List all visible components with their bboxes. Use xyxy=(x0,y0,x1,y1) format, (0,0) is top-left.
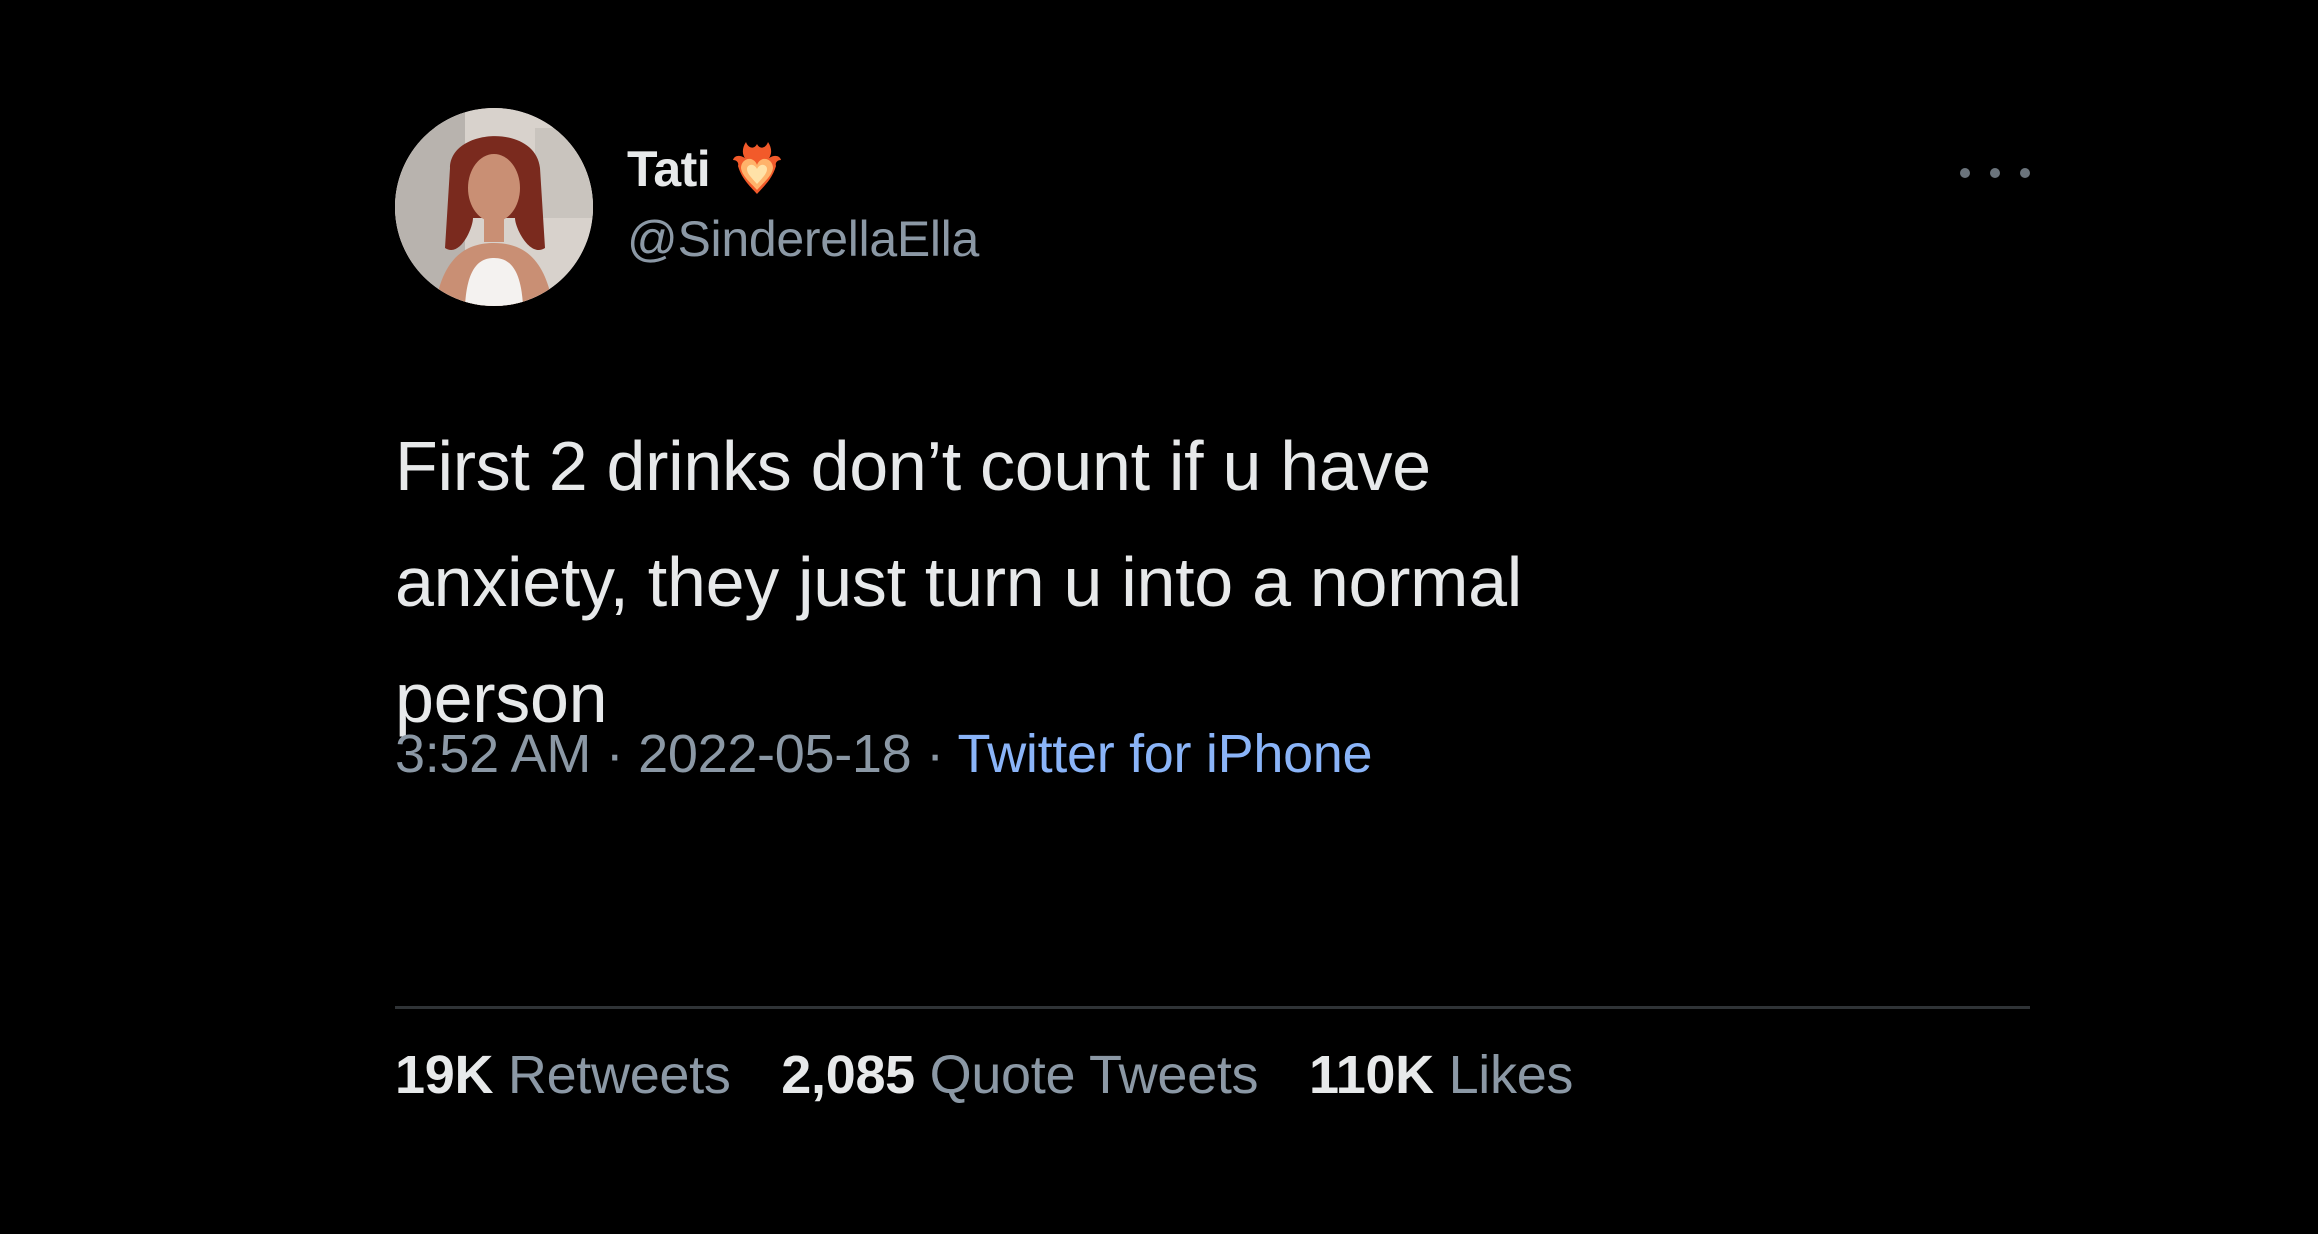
avatar-image xyxy=(395,108,593,306)
meta-separator: · xyxy=(605,724,624,784)
more-dot xyxy=(1990,168,2000,178)
more-options-icon[interactable] xyxy=(1960,158,2030,188)
quote-tweets-label: Quote Tweets xyxy=(929,1045,1259,1105)
likes-label: Likes xyxy=(1448,1045,1574,1105)
retweets-count: 19K xyxy=(395,1045,494,1105)
quote-tweets-stat[interactable]: 2,085 Quote Tweets xyxy=(781,1045,1258,1105)
likes-stat[interactable]: 110K Likes xyxy=(1309,1045,1573,1105)
flaming-heart-icon xyxy=(733,142,782,194)
quote-tweets-count: 2,085 xyxy=(781,1045,915,1105)
display-name-row: Tati xyxy=(627,138,979,200)
tweet-text: First 2 drinks don’t count if u have anx… xyxy=(395,408,1935,756)
tweet-text-line: First 2 drinks don’t count if u have xyxy=(395,427,1431,505)
divider xyxy=(395,1006,2030,1009)
tweet-time[interactable]: 3:52 AM xyxy=(395,724,591,784)
retweets-stat[interactable]: 19K Retweets xyxy=(395,1045,731,1105)
avatar[interactable] xyxy=(395,108,593,306)
tweet-source-link[interactable]: Twitter for iPhone xyxy=(957,724,1372,784)
tweet-text-line: anxiety, they just turn u into a normal xyxy=(395,543,1523,621)
tweet-meta: 3:52 AM · 2022-05-18 · Twitter for iPhon… xyxy=(395,723,1373,785)
user-names: Tati @SinderellaElla xyxy=(627,138,979,268)
likes-count: 110K xyxy=(1308,1045,1434,1105)
tweet-date[interactable]: 2022-05-18 xyxy=(638,724,912,784)
more-dot xyxy=(1960,168,1970,178)
tweet-stats: 19K Retweets 2,085 Quote Tweets 110K Lik… xyxy=(395,1044,1609,1106)
retweets-label: Retweets xyxy=(507,1045,731,1105)
tweet-header: Tati @SinderellaElla xyxy=(395,108,2030,308)
tweet-card: Tati @SinderellaElla First 2 drinks don’… xyxy=(395,108,2030,1105)
more-dot xyxy=(2020,168,2030,178)
meta-separator: · xyxy=(926,724,944,784)
display-name[interactable]: Tati xyxy=(627,140,711,198)
user-handle[interactable]: @SinderellaElla xyxy=(627,210,979,268)
